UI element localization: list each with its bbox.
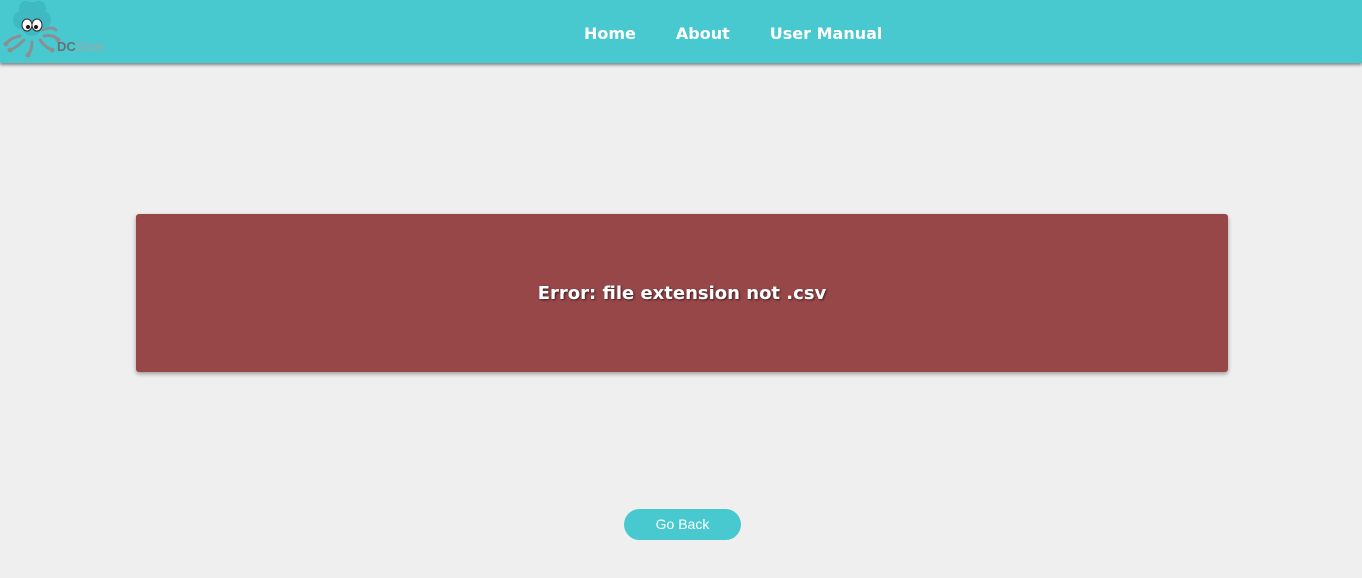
logo-text-bold: DC (57, 39, 76, 54)
logo-wordmark: DCStats (57, 40, 105, 54)
main-nav: Home About User Manual (584, 22, 882, 46)
site-logo[interactable]: DCStats (2, 0, 122, 60)
nav-link-user-manual[interactable]: User Manual (770, 22, 883, 46)
error-alert: Error: file extension not .csv (136, 214, 1228, 372)
go-back-button[interactable]: Go Back (624, 509, 741, 540)
error-message: Error: file extension not .csv (537, 282, 827, 304)
nav-link-about[interactable]: About (676, 22, 730, 46)
top-navbar: DCStats Home About User Manual (0, 0, 1362, 63)
nav-link-home[interactable]: Home (584, 22, 636, 46)
logo-text-rest: Stats (75, 39, 106, 54)
